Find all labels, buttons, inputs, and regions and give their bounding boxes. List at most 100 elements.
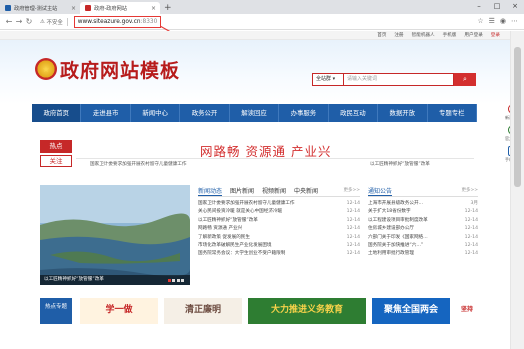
favorites-icon[interactable]: ☰ (489, 17, 495, 25)
national-emblem-icon: ★ (35, 58, 57, 80)
divider (66, 17, 68, 26)
maximize-icon[interactable]: □ (488, 0, 506, 12)
url-input[interactable]: www.siteazure.gov.cn:8330 (73, 15, 162, 28)
window-controls: – □ × (470, 0, 524, 12)
news-title: 了解新政策 促发展的民生 (198, 234, 250, 240)
search-input[interactable]: 请输入关键词 (344, 73, 454, 86)
tab-news-dynamic[interactable]: 新闻动态 (198, 186, 223, 196)
nav-item-topics[interactable]: 专题专栏 (428, 104, 477, 122)
news-more-link[interactable]: 更多>> (343, 187, 360, 193)
news-date: 12-14 (346, 209, 360, 215)
list-item[interactable]: 关心民间投资冷暖 就是关心中国经济冷暖 12-14 (198, 208, 360, 216)
close-window-icon[interactable]: × (506, 0, 524, 12)
list-item[interactable]: 六部门关于印发《国家网络… 12-14 (368, 234, 478, 242)
url-host: www.siteazure.gov.cn (77, 18, 141, 25)
security-indicator[interactable]: ⚠ 不安全 (40, 18, 63, 26)
notice-title: 六部门关于印发《国家网络… (368, 234, 428, 240)
search-button[interactable]: ⌕ (454, 73, 476, 86)
list-item[interactable]: 住房城乡建设部办公厅 12-14 (368, 225, 478, 233)
carousel-dot[interactable] (167, 279, 171, 282)
nav-item-home[interactable]: 政府首页 (32, 104, 82, 122)
notice-panel: 通知公告 更多>> 上海市开展县级政务公开… 3月 关于扩大18省份数字 12-14… (368, 186, 478, 286)
banner-1[interactable]: 学一做 (80, 298, 158, 324)
hot-sub-right[interactable]: 以工匠精神抓好“放管服”改革 (370, 161, 430, 167)
news-date: 12-14 (346, 251, 360, 257)
tab-label: 政府-政府网站 (94, 5, 127, 12)
address-bar: ← → ↻ ⚠ 不安全 www.siteazure.gov.cn:8330 ☆ … (0, 14, 524, 30)
topic-banners: 热点专题 学一做 清正廉明 大力推进义务教育 聚焦全国两会 坚持 (40, 296, 480, 326)
browser-tab-strip: 政府管理-测试主站 × 政府-政府网站 × + – □ × (0, 0, 524, 14)
toplink-register[interactable]: 注册 (394, 32, 403, 38)
star-icon[interactable]: ☆ (477, 17, 483, 25)
notice-date: 12-14 (464, 209, 478, 215)
tab-photo-news[interactable]: 图片新闻 (230, 186, 254, 196)
list-item[interactable]: 上海市开展县级政务公开… 3月 (368, 200, 478, 208)
minimize-icon[interactable]: – (470, 0, 488, 12)
hot-headline[interactable]: 网路畅 资源通 产业兴 (200, 141, 331, 160)
forward-icon[interactable]: → (14, 17, 24, 26)
search-icon: ⌕ (463, 75, 467, 83)
close-icon[interactable]: × (71, 5, 76, 12)
toplink-robot[interactable]: 智能机器人 (412, 32, 435, 38)
list-item[interactable]: 国家卫计委要求加强开展农村留守儿童健康工作 12-14 (198, 200, 360, 208)
tab-notices[interactable]: 通知公告 (368, 186, 393, 196)
nav-item-data[interactable]: 数据开放 (378, 104, 428, 122)
top-links-bar: 首页 注册 智能机器人 手机版 用户登录 登录 (0, 31, 510, 40)
list-item[interactable]: 国务院关于加快推进“六…” 12-14 (368, 242, 478, 250)
nav-item-interpret[interactable]: 解读回应 (230, 104, 280, 122)
carousel-dot[interactable] (181, 279, 184, 282)
toplink-mobile[interactable]: 手机版 (443, 32, 457, 38)
refresh-icon[interactable]: ↻ (24, 17, 34, 26)
banner-4[interactable]: 聚焦全国两会 (372, 298, 450, 324)
news-title: 以工匠精神抓好“放管服”改革 (198, 217, 258, 223)
list-item[interactable]: 土地利用审批行政管理 12-14 (368, 250, 478, 258)
profile-icon[interactable]: ◉ (500, 17, 506, 25)
close-icon[interactable]: × (151, 5, 156, 12)
news-title: 网路畅 资源通 产业兴 (198, 226, 243, 232)
tab-central-news[interactable]: 中央新闻 (294, 186, 318, 196)
page-scrollbar[interactable] (510, 31, 524, 349)
browser-tab-1[interactable]: 政府管理-测试主站 × (0, 2, 80, 14)
list-item[interactable]: 网路畅 资源通 产业兴 12-14 (198, 225, 360, 233)
new-tab-icon[interactable]: + (164, 2, 172, 14)
nav-item-county[interactable]: 走进县市 (81, 104, 131, 122)
news-date: 12-14 (346, 217, 360, 223)
carousel-dot[interactable] (172, 279, 175, 282)
tab-video-news[interactable]: 视频新闻 (262, 186, 286, 196)
notice-more-link[interactable]: 更多>> (461, 187, 478, 193)
toolbar-icons: ☆ ☰ ◉ ⋯ (477, 17, 518, 25)
notice-title: 土地利用审批行政管理 (368, 251, 414, 257)
list-item[interactable]: 关于扩大18省份数字 12-14 (368, 208, 478, 216)
toplink-userlogin[interactable]: 用户登录 (464, 32, 482, 38)
nav-item-services[interactable]: 办事服务 (279, 104, 329, 122)
list-item[interactable]: 市场化改革破解民生产业化发展困境 12-14 (198, 242, 360, 250)
carousel-image (40, 185, 190, 285)
news-date: 12-14 (346, 201, 360, 206)
nav-item-interaction[interactable]: 政民互动 (329, 104, 379, 122)
banner-3[interactable]: 大力推进义务教育 (248, 298, 366, 324)
nav-item-openness[interactable]: 政务公开 (180, 104, 230, 122)
main-nav: 政府首页 走进县市 新闻中心 政务公开 解读回应 办事服务 政民互动 数据开放 … (32, 104, 477, 122)
banner-2[interactable]: 清正廉明 (164, 298, 242, 324)
hot-badge: 热点 (40, 140, 72, 153)
photo-carousel[interactable]: 以工匠精神抓好“放管服”改革 (40, 185, 190, 285)
nav-item-news[interactable]: 新闻中心 (131, 104, 181, 122)
news-list: 国家卫计委要求加强开展农村留守儿童健康工作 12-14 关心民间投资冷暖 就是关心… (198, 200, 360, 259)
toplink-login[interactable]: 登录 (491, 32, 500, 38)
list-item[interactable]: 了解新政策 促发展的民生 12-14 (198, 234, 360, 242)
notice-tabs: 通知公告 更多>> (368, 186, 478, 197)
search-scope-select[interactable]: 全站群 ▾ (312, 73, 344, 86)
toplink-home[interactable]: 首页 (377, 32, 386, 38)
list-item[interactable]: 国务院常务会议：大学生创业不受户籍限制 12-14 (198, 250, 360, 258)
notice-title: 关于扩大18省份数字 (368, 209, 411, 215)
browser-tab-2[interactable]: 政府-政府网站 × (80, 2, 160, 14)
news-title: 国家卫计委要求加强开展农村留守儿童健康工作 (198, 201, 295, 206)
list-item[interactable]: 以工匠精神抓好“放管服”改革 12-14 (198, 217, 360, 225)
back-icon[interactable]: ← (4, 17, 14, 26)
scrollbar-thumb[interactable] (514, 47, 521, 187)
banner-5[interactable]: 坚持 (454, 298, 480, 324)
hot-sub-left[interactable]: 国家卫计委要求加强开展农村留守儿童健康工作 (90, 161, 186, 167)
carousel-dot[interactable] (176, 279, 180, 282)
list-item[interactable]: 以工程建设项目审批制度改革 12-14 (368, 217, 478, 225)
menu-icon[interactable]: ⋯ (511, 17, 518, 25)
